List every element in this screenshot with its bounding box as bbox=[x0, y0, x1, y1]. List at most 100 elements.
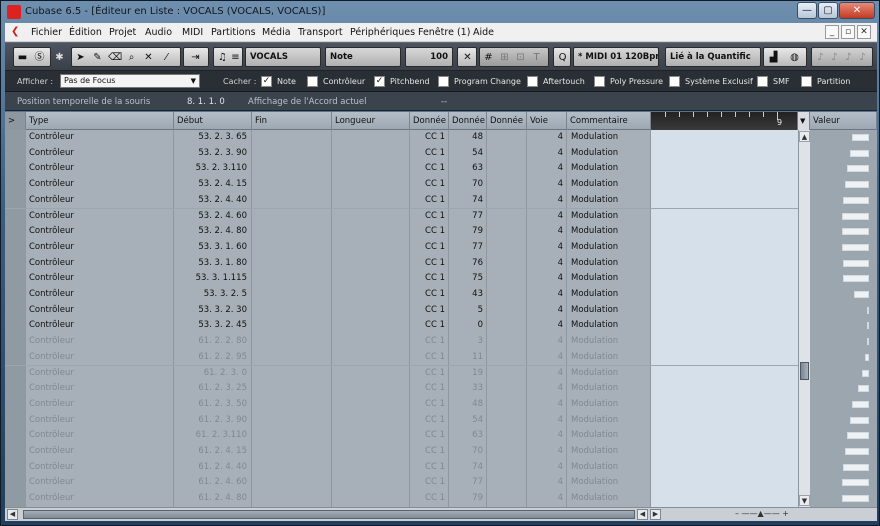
row-timeline-cell[interactable] bbox=[651, 161, 800, 178]
row-type-cell[interactable]: Contrôleur bbox=[26, 255, 174, 272]
table-row[interactable]: Contrôleur 61. 2. 4. 60 CC 1 77 4 Modulation bbox=[5, 475, 800, 492]
row-length-cell[interactable] bbox=[332, 208, 410, 225]
row-end-cell[interactable] bbox=[252, 444, 332, 460]
row-length-cell[interactable] bbox=[332, 396, 410, 413]
table-row[interactable]: Contrôleur 53. 2. 3.110 CC 1 63 4 Modulation bbox=[5, 161, 800, 178]
row-channel-cell[interactable]: 4 bbox=[527, 459, 567, 476]
table-row[interactable]: Contrôleur 53. 2. 4. 80 CC 1 79 4 Modulation bbox=[5, 224, 800, 240]
zoom-icon[interactable]: ⌕ bbox=[125, 51, 138, 64]
row-data2-cell[interactable]: 77 bbox=[449, 208, 487, 225]
grid-icon[interactable]: # bbox=[482, 51, 495, 64]
row-expand-cell[interactable] bbox=[5, 255, 26, 272]
row-data1-cell[interactable]: CC 1 bbox=[410, 271, 449, 287]
row-timeline-cell[interactable] bbox=[651, 475, 800, 492]
row-expand-cell[interactable] bbox=[5, 365, 26, 382]
row-end-cell[interactable] bbox=[252, 381, 332, 397]
grid-b-icon[interactable]: ⊞ bbox=[498, 51, 511, 64]
row-end-cell[interactable] bbox=[252, 287, 332, 303]
row-data1-cell[interactable]: CC 1 bbox=[410, 318, 449, 335]
row-type-cell[interactable]: Contrôleur bbox=[26, 365, 174, 382]
row-type-cell[interactable]: Contrôleur bbox=[26, 208, 174, 225]
row-length-cell[interactable] bbox=[332, 412, 410, 429]
row-data2-cell[interactable]: 48 bbox=[449, 396, 487, 413]
list-view-icon[interactable]: ▬ bbox=[16, 51, 29, 64]
row-timeline-cell[interactable] bbox=[651, 318, 800, 335]
row-channel-cell[interactable]: 4 bbox=[527, 255, 567, 272]
row-type-cell[interactable]: Contrôleur bbox=[26, 302, 174, 319]
menu-midi[interactable]: MIDI bbox=[182, 27, 203, 38]
table-row[interactable]: Contrôleur 61. 2. 3. 25 CC 1 33 4 Modulation bbox=[5, 381, 800, 397]
row-data2-cell[interactable]: 63 bbox=[449, 161, 487, 178]
scroll-left-icon-2[interactable]: ◀ bbox=[637, 509, 648, 520]
row-timeline-cell[interactable] bbox=[651, 365, 800, 382]
row-data1-cell[interactable]: CC 1 bbox=[410, 365, 449, 382]
row-channel-cell[interactable]: 4 bbox=[527, 271, 567, 287]
row-end-cell[interactable] bbox=[252, 145, 332, 162]
column-header-channel[interactable]: Voie bbox=[527, 112, 567, 130]
row-data1-cell[interactable]: CC 1 bbox=[410, 208, 449, 225]
row-end-cell[interactable] bbox=[252, 334, 332, 350]
row-channel-cell[interactable]: 4 bbox=[527, 334, 567, 350]
row-end-cell[interactable] bbox=[252, 459, 332, 476]
row-channel-cell[interactable]: 4 bbox=[527, 475, 567, 492]
vertical-scroll-thumb[interactable] bbox=[800, 362, 809, 380]
horizontal-scrollbar[interactable]: ◀ ◀ ▶ – ——▲—— + bbox=[5, 507, 877, 521]
row-length-cell[interactable] bbox=[332, 349, 410, 366]
table-row[interactable]: Contrôleur 61. 2. 4. 40 CC 1 74 4 Modulation bbox=[5, 459, 800, 476]
row-data1-cell[interactable]: CC 1 bbox=[410, 145, 449, 162]
colors-icon[interactable]: ◍ bbox=[788, 51, 801, 64]
row-expand-cell[interactable] bbox=[5, 302, 26, 319]
note-a-icon[interactable]: ♪ bbox=[814, 51, 827, 64]
value-bar[interactable] bbox=[845, 181, 869, 189]
column-header-type[interactable]: Type bbox=[26, 112, 174, 130]
row-data1-cell[interactable]: CC 1 bbox=[410, 334, 449, 350]
row-end-cell[interactable] bbox=[252, 239, 332, 256]
row-comment-cell[interactable]: Modulation bbox=[567, 208, 651, 225]
row-data3-cell[interactable] bbox=[487, 130, 527, 146]
column-menu-chevron-icon[interactable]: ▼ bbox=[798, 112, 810, 130]
row-comment-cell[interactable]: Modulation bbox=[567, 381, 651, 397]
row-expand-cell[interactable] bbox=[5, 271, 26, 287]
row-channel-cell[interactable]: 4 bbox=[527, 145, 567, 162]
track-select[interactable]: VOCALS bbox=[245, 47, 321, 67]
doc-restore-button[interactable]: ▫ bbox=[841, 25, 855, 39]
row-expand-cell[interactable] bbox=[5, 396, 26, 413]
row-start-cell[interactable]: 53. 2. 4. 60 bbox=[174, 208, 252, 225]
menu-fenetre[interactable]: Fenêtre (1) bbox=[418, 27, 470, 38]
row-length-cell[interactable] bbox=[332, 318, 410, 335]
column-header-data3[interactable]: Donnée bbox=[487, 112, 527, 130]
value-bar[interactable] bbox=[847, 432, 869, 440]
pencil-icon[interactable]: ✎ bbox=[91, 51, 104, 64]
row-length-cell[interactable] bbox=[332, 459, 410, 476]
value-bar[interactable] bbox=[850, 149, 869, 157]
row-channel-cell[interactable]: 4 bbox=[527, 177, 567, 193]
row-data3-cell[interactable] bbox=[487, 161, 527, 178]
row-length-cell[interactable] bbox=[332, 239, 410, 256]
row-data2-cell[interactable]: 75 bbox=[449, 271, 487, 287]
row-data2-cell[interactable]: 79 bbox=[449, 491, 487, 507]
row-data2-cell[interactable]: 43 bbox=[449, 287, 487, 303]
row-start-cell[interactable]: 53. 3. 1. 80 bbox=[174, 255, 252, 272]
row-end-cell[interactable] bbox=[252, 349, 332, 366]
checkbox-controleur[interactable] bbox=[307, 76, 318, 87]
table-row[interactable]: Contrôleur 61. 2. 3. 0 CC 1 19 4 Modulation bbox=[5, 365, 800, 382]
row-expand-cell[interactable] bbox=[5, 459, 26, 476]
row-end-cell[interactable] bbox=[252, 475, 332, 492]
row-channel-cell[interactable]: 4 bbox=[527, 444, 567, 460]
row-data1-cell[interactable]: CC 1 bbox=[410, 239, 449, 256]
row-comment-cell[interactable]: Modulation bbox=[567, 396, 651, 413]
row-comment-cell[interactable]: Modulation bbox=[567, 412, 651, 429]
row-start-cell[interactable]: 53. 3. 2. 45 bbox=[174, 318, 252, 335]
expand-column-toggle[interactable]: > bbox=[5, 112, 26, 130]
doc-close-button[interactable]: ✕ bbox=[857, 25, 871, 39]
row-timeline-cell[interactable] bbox=[651, 302, 800, 319]
row-data2-cell[interactable]: 0 bbox=[449, 318, 487, 335]
row-expand-cell[interactable] bbox=[5, 145, 26, 162]
row-timeline-cell[interactable] bbox=[651, 491, 800, 507]
row-expand-cell[interactable] bbox=[5, 130, 26, 146]
row-start-cell[interactable]: 61. 2. 4. 80 bbox=[174, 491, 252, 507]
scroll-up-icon[interactable]: ▲ bbox=[799, 131, 810, 142]
table-row[interactable]: Contrôleur 53. 2. 3. 65 CC 1 48 4 Modulation bbox=[5, 130, 800, 146]
row-comment-cell[interactable]: Modulation bbox=[567, 459, 651, 476]
row-data2-cell[interactable]: 70 bbox=[449, 177, 487, 193]
